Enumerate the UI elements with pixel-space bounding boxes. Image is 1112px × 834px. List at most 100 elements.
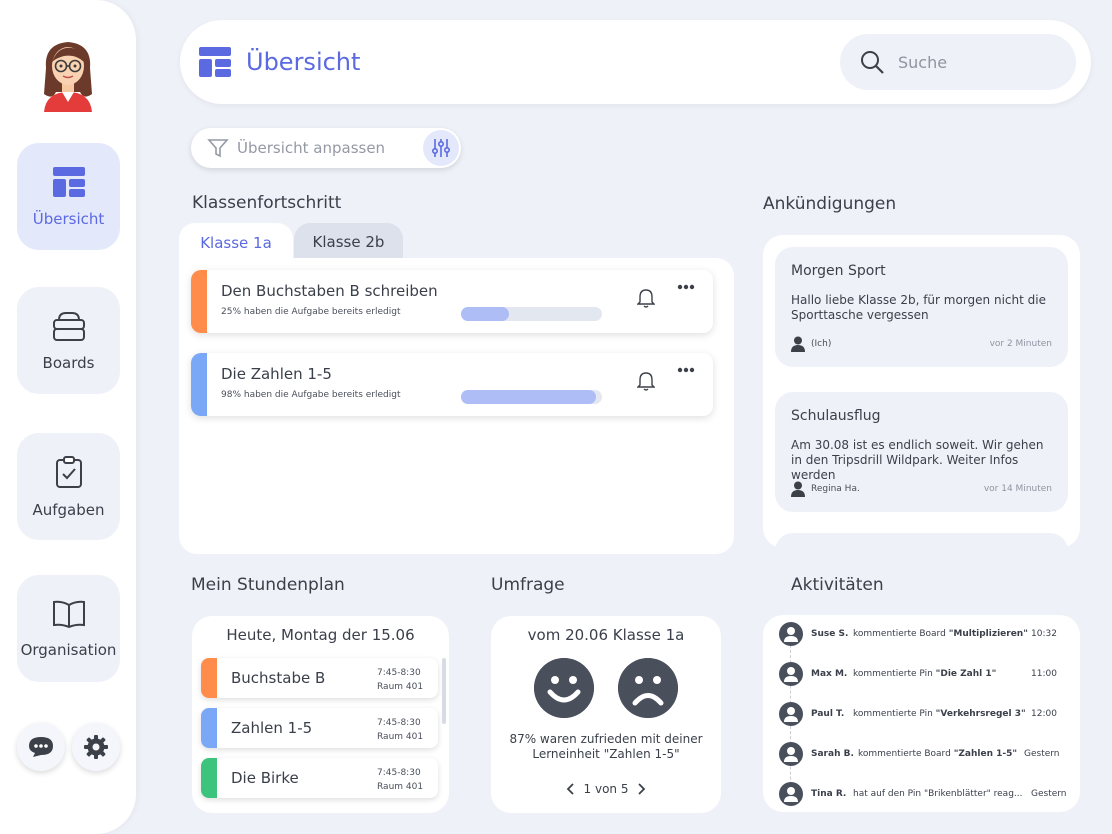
activity-time: 11:00 — [1031, 669, 1057, 679]
schedule-day: Heute, Montag der 15.06 — [226, 626, 415, 644]
task-card[interactable]: Die Zahlen 1-5 98% haben die Aufgabe ber… — [191, 353, 713, 416]
task-color-stripe — [191, 270, 207, 333]
task-color-stripe — [191, 353, 207, 416]
announcement-author-name: Regina Ha. — [811, 484, 860, 494]
lesson-card[interactable]: Buchstabe B 7:45-8:30 Raum 401 — [201, 658, 438, 698]
chat-button[interactable] — [17, 723, 65, 771]
activity-action: kommentierte Pin — [853, 709, 936, 719]
nav-item-label: Organisation — [20, 640, 117, 659]
bell-icon[interactable] — [637, 371, 655, 391]
page-title: Übersicht — [246, 48, 361, 76]
activity-action: kommentierte Board — [858, 749, 954, 759]
user-avatar[interactable] — [38, 36, 98, 112]
filter-icon — [207, 139, 229, 158]
activity-item[interactable]: Suse S. kommentierte Board "Multiplizier… — [779, 621, 1079, 647]
nav-item-aufgaben[interactable]: Aufgaben — [17, 433, 120, 540]
task-subtitle: 98% haben die Aufgabe bereits erledigt — [221, 390, 401, 400]
lesson-time: 7:45-8:30 — [377, 668, 421, 678]
tab-klasse-2b[interactable]: Klasse 2b — [294, 223, 403, 261]
activity-user: Paul T. — [811, 709, 845, 719]
next-button[interactable] — [638, 783, 646, 795]
schedule-scrollbar[interactable] — [442, 658, 446, 724]
activity-user: Tina R. — [811, 789, 847, 799]
activity-target: "Zahlen 1-5" — [953, 749, 1018, 759]
search-icon — [861, 51, 884, 74]
activity-action: hat auf den Pin — [853, 789, 924, 799]
announcement-author-name: (Ich) — [811, 339, 832, 349]
schedule-section-title: Mein Stundenplan — [191, 575, 345, 595]
lesson-name: Die Birke — [231, 769, 299, 787]
settings-button[interactable] — [72, 723, 120, 771]
announcement-title: Schulausflug — [791, 408, 881, 424]
person-icon — [791, 481, 805, 497]
announcements-panel: Morgen Sport Hallo liebe Klasse 2b, für … — [763, 235, 1080, 548]
activities-panel: Suse S. kommentierte Board "Multiplizier… — [763, 615, 1080, 812]
lesson-color-stripe — [201, 758, 217, 798]
sad-face-icon[interactable] — [618, 658, 678, 718]
activity-text: kommentierte Pin "Verkehrsregel 3" — [853, 709, 1026, 719]
activity-time: Gestern — [1031, 789, 1067, 799]
lesson-time: 7:45-8:30 — [377, 718, 421, 728]
nav-item-uebersicht[interactable]: Übersicht — [17, 143, 120, 250]
announcements-section-title: Ankündigungen — [763, 194, 897, 214]
lesson-card[interactable]: Zahlen 1-5 7:45-8:30 Raum 401 — [201, 708, 438, 748]
announcement-card-partial[interactable] — [775, 533, 1068, 548]
lesson-time-room: 7:45-8:30 Raum 401 — [377, 716, 423, 744]
activity-time: 12:00 — [1031, 709, 1057, 719]
activity-target: "Multiplizieren" — [948, 629, 1028, 639]
announcement-author: Regina Ha. — [791, 481, 860, 497]
task-card[interactable]: Den Buchstaben B schreiben 25% haben die… — [191, 270, 713, 333]
schedule-panel: Heute, Montag der 15.06 Buchstabe B 7:45… — [192, 616, 449, 813]
user-avatar-icon — [779, 662, 803, 686]
chat-icon — [29, 737, 53, 757]
sidebar: Übersicht Boards Aufgaben Organisation — [0, 0, 136, 834]
task-progress-bar — [461, 390, 602, 404]
progress-section-title: Klassenfortschritt — [192, 193, 342, 213]
lesson-card[interactable]: Die Birke 7:45-8:30 Raum 401 — [201, 758, 438, 798]
activity-item[interactable]: Max M. kommentierte Pin "Die Zahl 1" 11:… — [779, 661, 1079, 687]
more-options-icon[interactable] — [677, 283, 695, 291]
user-avatar-icon — [779, 742, 803, 766]
survey-pager: 1 von 5 — [491, 782, 721, 796]
dashboard-icon — [199, 47, 231, 77]
activity-item[interactable]: Tina R. hat auf den Pin "Brikenblätter" … — [779, 781, 1079, 807]
nav-item-label: Boards — [42, 353, 95, 372]
user-avatar-icon — [779, 622, 803, 646]
chevron-left-icon — [566, 783, 574, 795]
announcement-card[interactable]: Schulausflug Am 30.08 ist es endlich sow… — [775, 392, 1068, 512]
survey-section-title: Umfrage — [491, 575, 565, 595]
bell-icon[interactable] — [637, 288, 655, 308]
task-title: Den Buchstaben B schreiben — [221, 282, 438, 300]
activity-user: Sarah B. — [811, 749, 854, 759]
activity-target: "Verkehrsregel 3" — [935, 709, 1026, 719]
lesson-color-stripe — [201, 658, 217, 698]
user-avatar-icon — [779, 702, 803, 726]
sliders-icon — [431, 139, 451, 157]
nav-item-boards[interactable]: Boards — [17, 287, 120, 394]
task-progress-bar — [461, 307, 602, 321]
announcement-body: Hallo liebe Klasse 2b, für morgen nicht … — [791, 293, 1046, 322]
announcement-author: (Ich) — [791, 336, 831, 352]
chevron-right-icon — [638, 783, 646, 795]
person-icon — [791, 336, 805, 352]
activity-action: kommentierte Board — [853, 629, 949, 639]
announcement-card[interactable]: Morgen Sport Hallo liebe Klasse 2b, für … — [775, 247, 1068, 367]
activity-item[interactable]: Sarah B. kommentierte Board "Zahlen 1-5"… — [779, 741, 1079, 767]
happy-face-icon[interactable] — [534, 658, 594, 718]
survey-header: vom 20.06 Klasse 1a — [527, 626, 685, 644]
survey-page-indicator: 1 von 5 — [583, 782, 629, 796]
task-progress-fill — [461, 307, 509, 321]
activity-item[interactable]: Paul T. kommentierte Pin "Verkehrsregel … — [779, 701, 1079, 727]
lesson-name: Zahlen 1-5 — [231, 719, 313, 737]
nav-item-organisation[interactable]: Organisation — [17, 575, 120, 682]
previous-button[interactable] — [566, 783, 574, 795]
more-options-icon[interactable] — [677, 366, 695, 374]
user-avatar-icon — [779, 782, 803, 806]
tab-klasse-1a[interactable]: Klasse 1a — [179, 223, 293, 263]
activity-target: "Die Zahl 1" — [935, 669, 997, 679]
customize-overview-field[interactable]: Übersicht anpassen — [191, 128, 461, 168]
adjust-button[interactable] — [423, 130, 459, 166]
search-input[interactable]: Suche — [840, 34, 1076, 90]
boards-icon — [52, 311, 85, 341]
nav-item-label: Übersicht — [32, 209, 105, 228]
